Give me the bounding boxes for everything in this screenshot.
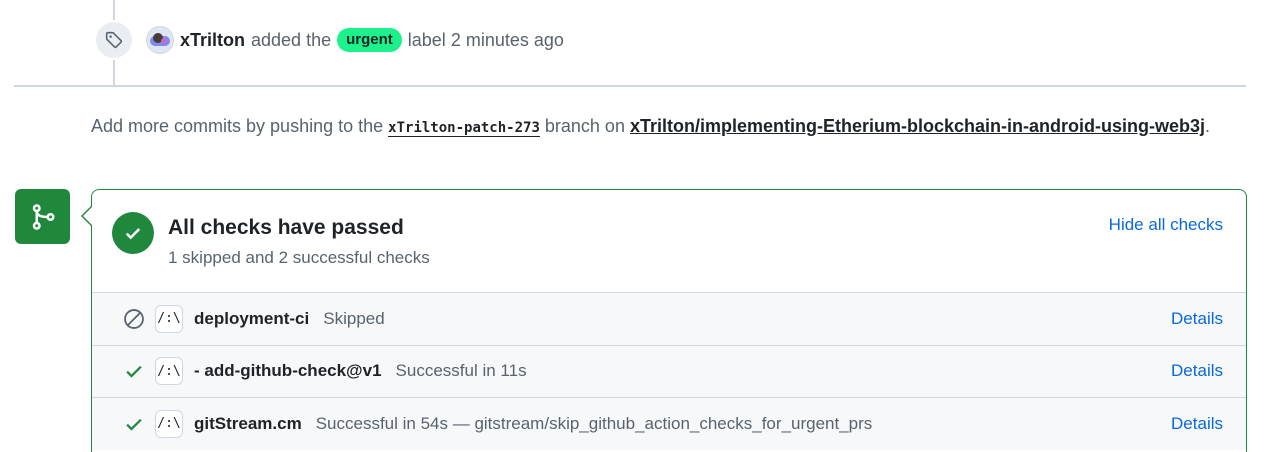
- event-text: xTrilton added the urgent label 2 minute…: [180, 28, 564, 52]
- check-icon: [122, 412, 146, 436]
- timeline-divider: [14, 85, 1246, 87]
- hide-all-checks-link[interactable]: Hide all checks: [1109, 215, 1223, 235]
- push-hint: Add more commits by pushing to the xTril…: [91, 112, 1231, 143]
- checks-subtitle: 1 skipped and 2 successful checks: [168, 248, 430, 267]
- event-time[interactable]: 2 minutes ago: [451, 30, 564, 51]
- check-row: /:\ deployment-ci Skipped Details: [92, 292, 1246, 345]
- check-circle-icon: [112, 212, 154, 254]
- skip-icon: [122, 307, 146, 331]
- label-badge[interactable]: urgent: [337, 28, 402, 52]
- author-link[interactable]: xTrilton: [180, 30, 245, 51]
- github-actions-icon: /:\: [155, 304, 183, 333]
- box-pointer-fill: [83, 206, 93, 226]
- hint-period: .: [1205, 116, 1211, 136]
- label-event: xTrilton added the urgent label 2 minute…: [94, 20, 564, 60]
- github-actions-icon: /:\: [155, 409, 183, 438]
- check-name: gitStream.cm Successful in 54s — gitstrea…: [194, 413, 873, 433]
- check-desc: Successful in 11s: [395, 361, 527, 381]
- checks-header: All checks have passed 1 skipped and 2 s…: [92, 190, 1246, 292]
- details-link[interactable]: Details: [1171, 414, 1223, 434]
- check-desc: Skipped: [323, 308, 385, 328]
- github-actions-icon: /:\: [155, 357, 183, 386]
- git-merge-icon: [15, 189, 70, 244]
- check-name: - add-github-check@v1 Successful in 11s: [194, 361, 527, 381]
- hint-prefix: Add more commits by pushing to the: [91, 116, 384, 136]
- check-name: deployment-ci Skipped: [194, 308, 385, 328]
- repo-link[interactable]: xTrilton/implementing-Etherium-blockchai…: [630, 116, 1205, 136]
- check-desc: Successful in 54s — gitstream/skip_githu…: [315, 413, 873, 433]
- check-row: /:\ - add-github-check@v1 Successful in 1…: [92, 344, 1246, 397]
- branch-name[interactable]: xTrilton-patch-273: [388, 120, 540, 137]
- hint-middle: branch on: [544, 116, 625, 136]
- details-link[interactable]: Details: [1171, 361, 1223, 381]
- checks-panel: All checks have passed 1 skipped and 2 s…: [91, 189, 1247, 452]
- checks-title: All checks have passed: [168, 216, 404, 239]
- event-suffix: label: [407, 29, 446, 50]
- check-icon: [122, 359, 146, 383]
- avatar[interactable]: [146, 26, 174, 54]
- details-link[interactable]: Details: [1171, 309, 1223, 329]
- event-action: added the: [251, 29, 332, 50]
- tag-icon: [94, 20, 134, 60]
- check-row: /:\ gitStream.cm Successful in 54s — gits…: [92, 397, 1246, 450]
